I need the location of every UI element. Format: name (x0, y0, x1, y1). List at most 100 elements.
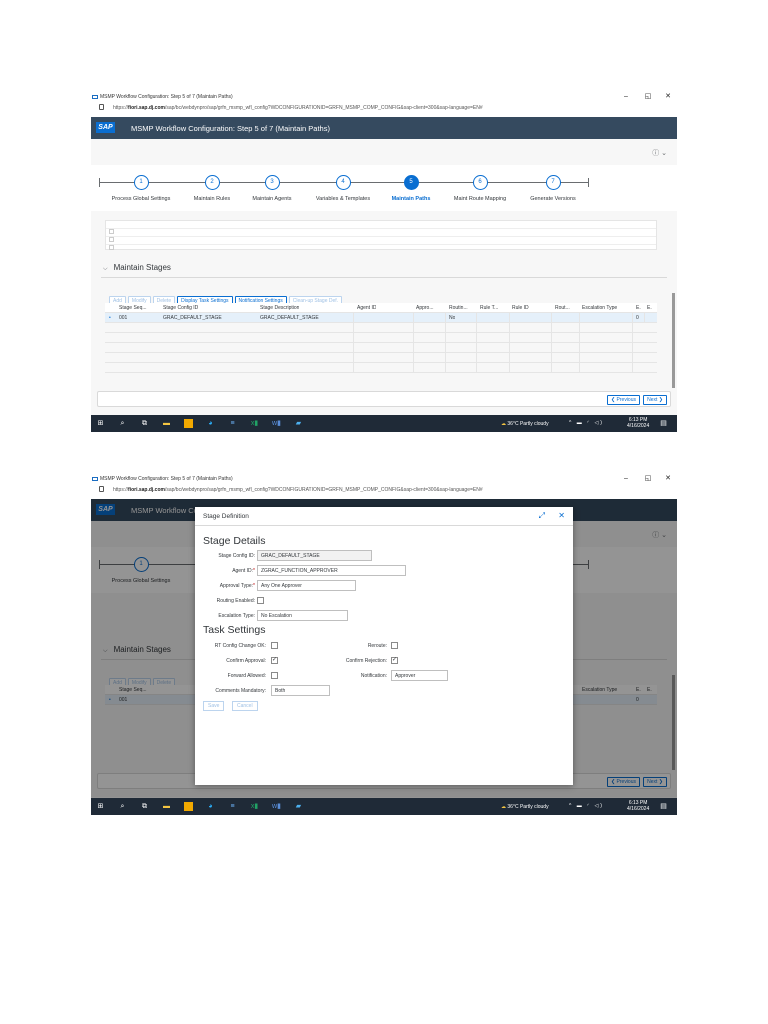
file-explorer-icon[interactable]: ▬ (162, 802, 171, 811)
sticky-notes-icon[interactable] (184, 419, 193, 428)
wizard-step-7[interactable]: 7 Generate Versions (513, 175, 593, 202)
minimize-button[interactable]: – (621, 93, 631, 101)
column-header[interactable]: Stage Description (260, 305, 299, 311)
step-label: Maintain Agents (252, 196, 292, 202)
resize-icon[interactable]: ⤢ (539, 511, 545, 521)
confirm-approval-checkbox[interactable]: ✓ (271, 657, 278, 664)
column-header[interactable]: Stage Seq... (119, 305, 147, 311)
url-text[interactable]: https://fiori.sap.dj.com/sap/bc/webdynpr… (113, 105, 483, 111)
windows-start-icon[interactable]: ⊞ (96, 419, 105, 428)
row-selector[interactable] (109, 245, 114, 250)
column-header[interactable]: Routin... (449, 305, 468, 311)
section-header[interactable]: ⌵ Maintain Stages (103, 263, 171, 273)
word-icon[interactable]: w▮ (272, 802, 281, 811)
wizard-step-6[interactable]: 6 Maint Route Mapping (440, 175, 520, 202)
url-text[interactable]: https://fiori.sap.dj.com/sap/bc/webdynpr… (113, 487, 483, 493)
minimize-button[interactable]: – (621, 475, 631, 483)
table-row[interactable] (106, 221, 656, 234)
system-tray[interactable]: ^ ▬ ◜ ◁) (569, 420, 604, 426)
excel-icon[interactable]: x▮ (250, 802, 259, 811)
column-header[interactable]: E. (636, 305, 641, 311)
wizard-progress: 1 Process Global Settings 2 Maintain Rul… (91, 165, 677, 211)
restore-button[interactable]: ◱ (643, 93, 653, 101)
restore-button[interactable]: ◱ (643, 475, 653, 483)
address-bar[interactable]: https://fiori.sap.dj.com/sap/bc/webdynpr… (91, 102, 677, 114)
step-number: 4 (335, 175, 351, 190)
table-row[interactable]: • 001 GRAC_DEFAULT_STAGE GRAC_DEFAULT_ST… (105, 313, 657, 323)
column-header[interactable]: Agent ID (357, 305, 376, 311)
stage-config-id-label: Stage Config ID: (218, 553, 255, 559)
reroute-checkbox[interactable] (391, 642, 398, 649)
windows-start-icon[interactable]: ⊞ (96, 802, 105, 811)
wizard-step-3[interactable]: 3 Maintain Agents (232, 175, 312, 202)
table-row[interactable] (106, 237, 656, 250)
row-selected-marker[interactable]: • (109, 315, 111, 321)
column-header[interactable]: Stage Config ID (163, 305, 198, 311)
clock-date: 4/16/2024 (627, 423, 650, 429)
close-window-button[interactable]: ✕ (663, 93, 673, 101)
mail-icon[interactable]: ≡ (228, 419, 237, 428)
routing-enabled-checkbox[interactable] (257, 597, 264, 604)
column-divider (632, 363, 633, 373)
task-view-icon[interactable]: ⧉ (140, 802, 149, 811)
table-row[interactable] (106, 229, 656, 242)
table-row[interactable] (105, 343, 657, 353)
word-icon[interactable]: w▮ (272, 419, 281, 428)
cancel-button[interactable]: Cancel (232, 701, 258, 711)
notification-center-icon[interactable]: ▤ (659, 419, 668, 428)
edge-browser-icon[interactable]: ◕ (206, 419, 215, 428)
step-label: Maint Route Mapping (453, 196, 507, 202)
close-window-button[interactable]: ✕ (663, 475, 673, 483)
table-row[interactable] (105, 333, 657, 343)
confirm-rejection-checkbox[interactable]: ✓ (391, 657, 398, 664)
remote-desktop-icon[interactable]: ▰ (294, 419, 303, 428)
close-icon[interactable]: ✕ (558, 511, 565, 520)
help-icon[interactable]: ⓘ ⌄ (652, 148, 667, 158)
column-header[interactable]: Rule T... (480, 305, 498, 311)
table-row[interactable] (105, 353, 657, 363)
save-button[interactable]: Save (203, 701, 225, 711)
column-header[interactable]: E. (647, 305, 652, 311)
escalation-type-label: Escalation Type: (218, 613, 255, 619)
sticky-notes-icon[interactable] (184, 802, 193, 811)
chevron-down-icon[interactable]: ⌵ (103, 266, 108, 272)
search-icon[interactable]: ⌕ (118, 802, 127, 811)
agent-id-input[interactable]: ZGRAC_FUNCTION_APPROVER (257, 565, 406, 576)
system-tray[interactable]: ^ ▬ ◜ ◁) (569, 803, 604, 809)
search-icon[interactable]: ⌕ (118, 419, 127, 428)
escalation-type-select[interactable]: No Escalation (257, 610, 348, 621)
task-view-icon[interactable]: ⧉ (140, 419, 149, 428)
column-header[interactable]: Appro... (416, 305, 434, 311)
notification-select[interactable]: Approver (391, 670, 448, 681)
column-header[interactable]: Rout... (555, 305, 570, 311)
rt-config-checkbox[interactable] (271, 642, 278, 649)
weather-widget[interactable]: ☁ 36°C Partly cloudy (501, 421, 549, 427)
table-row[interactable] (105, 323, 657, 333)
vertical-scrollbar[interactable] (672, 293, 675, 388)
comments-mandatory-select[interactable]: Both (271, 685, 330, 696)
notification-center-icon[interactable]: ▤ (659, 802, 668, 811)
column-divider (579, 313, 580, 323)
remote-desktop-icon[interactable]: ▰ (294, 802, 303, 811)
taskbar-clock[interactable]: 6:13 PM 4/16/2024 (627, 800, 649, 812)
weather-widget[interactable]: ☁ 36°C Partly cloudy (501, 804, 549, 810)
wizard-step-1[interactable]: 1 Process Global Settings (101, 175, 181, 202)
edge-browser-icon[interactable]: ◕ (206, 802, 215, 811)
excel-icon[interactable]: x▮ (250, 419, 259, 428)
file-explorer-icon[interactable]: ▬ (162, 419, 171, 428)
sap-shellbar: SAP MSMP Workflow Configuration: Step 5 … (91, 117, 677, 139)
column-header[interactable]: Rule ID (512, 305, 529, 311)
column-divider (551, 353, 552, 363)
forward-allowed-checkbox[interactable] (271, 672, 278, 679)
taskbar-clock[interactable]: 6:13 PM 4/16/2024 (627, 417, 649, 429)
previous-button[interactable]: ❮ Previous (606, 395, 640, 405)
address-bar[interactable]: https://fiori.sap.dj.com/sap/bc/webdynpr… (91, 484, 677, 496)
step-number: 1 (133, 175, 149, 190)
approval-type-select[interactable]: Any One Approver (257, 580, 356, 591)
column-divider (579, 333, 580, 343)
wizard-step-5[interactable]: 5 Maintain Paths (371, 175, 451, 202)
table-row[interactable] (105, 363, 657, 373)
next-button[interactable]: Next ❯ (643, 395, 667, 405)
column-header[interactable]: Escalation Type (582, 305, 617, 311)
mail-icon[interactable]: ≡ (228, 802, 237, 811)
